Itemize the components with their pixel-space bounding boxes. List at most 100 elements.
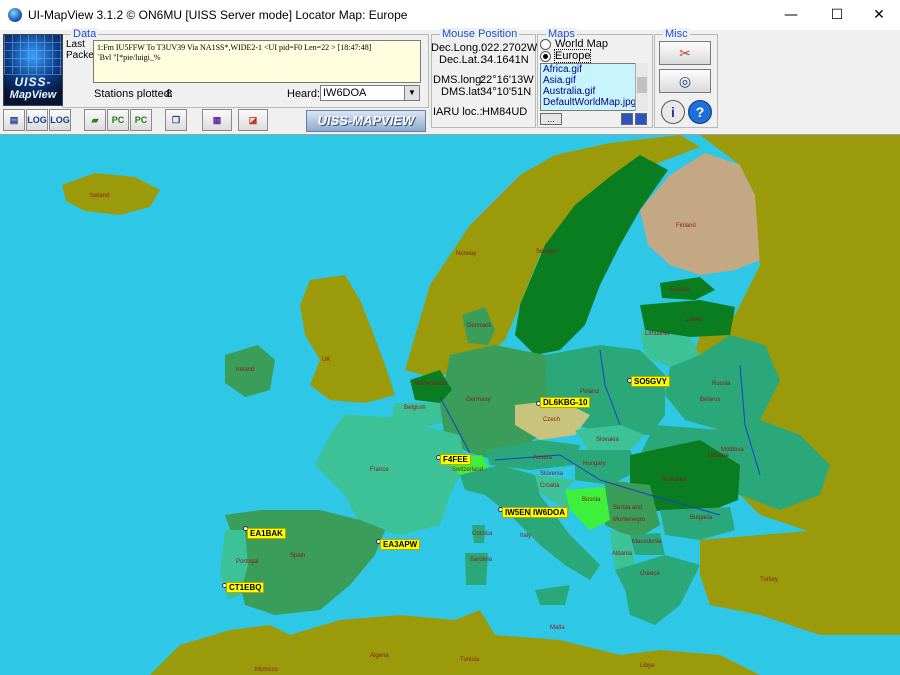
country-libya <box>490 635 760 675</box>
station-label[interactable]: EA1BAK <box>247 528 286 539</box>
label-lithuania: Lithuania <box>645 331 670 337</box>
scrollbar-thumb[interactable] <box>637 77 647 93</box>
station-label[interactable]: F4FEE <box>440 454 471 465</box>
stations-plotted-label: Stations plotted: <box>94 88 173 100</box>
country-algeria <box>290 615 455 675</box>
last-label: Last <box>66 39 85 50</box>
country-iceland <box>62 173 160 215</box>
view-log-button[interactable]: LOG <box>49 109 71 131</box>
label-iceland: Iceland <box>90 193 110 199</box>
map-file-item[interactable]: Asia.gif <box>541 75 647 86</box>
eraser-icon: ◪ <box>248 115 258 125</box>
pc-view-button[interactable]: PC <box>130 109 152 131</box>
country-turkey <box>700 530 900 635</box>
world-map-radio[interactable] <box>540 39 551 50</box>
label-ireland: Ireland <box>236 367 255 373</box>
last-packet-textbox[interactable]: 1:Fm IU5FFW To T3UV39 Via NA1SS*,WIDE2-1… <box>93 40 421 83</box>
island-sicily <box>535 585 570 605</box>
station-label[interactable]: SO5GVY <box>631 376 670 387</box>
label-belgium: Belgium <box>404 405 426 411</box>
wrench-screwdriver-icon: ✂ <box>679 45 691 61</box>
label-serbia: Serbia and <box>613 505 643 511</box>
label-bosnia: Bosnia <box>582 497 601 503</box>
dec-long-label: Dec.Long.: <box>431 42 485 54</box>
station-label[interactable]: EA3APW <box>380 539 421 550</box>
uiss-satellite-button[interactable]: ◎ <box>659 69 711 93</box>
station-label[interactable]: CT1EBQ <box>226 582 265 593</box>
iaru-loc-value: HM84UD <box>482 106 528 118</box>
label-turkey: Turkey <box>760 577 779 583</box>
label-tunisia: Tunisia <box>460 657 480 663</box>
label-russia: Russia <box>712 381 731 387</box>
copy-icon: ❐ <box>171 115 181 125</box>
zoom-out-button[interactable] <box>621 113 633 125</box>
map-icon: ▦ <box>212 115 222 125</box>
close-button[interactable]: ✕ <box>856 0 900 30</box>
station-label[interactable]: IW5EN <box>502 507 534 518</box>
label-macedonia: Macedonia <box>632 539 662 545</box>
dec-lat-value: 34.1641N <box>481 54 529 66</box>
chevron-down-icon[interactable]: ▼ <box>404 86 419 100</box>
label-poland: Poland <box>580 389 599 395</box>
open-folder-button[interactable]: ▰ <box>84 109 106 131</box>
label-estonia: Estonia <box>670 287 691 293</box>
label-montenegro: Montenegro <box>613 517 646 523</box>
map-file-item[interactable]: Australia.gif <box>541 86 647 97</box>
station-label[interactable]: IW6DOA <box>530 507 568 518</box>
more-maps-button[interactable]: ... <box>540 113 562 125</box>
map-file-item[interactable]: DefaultWorldMap.jpg <box>541 97 647 108</box>
mouse-position-title: Mouse Position <box>440 28 520 40</box>
europe-radio[interactable] <box>540 51 551 62</box>
help-button[interactable]: ? <box>688 100 712 124</box>
heard-dropdown[interactable]: IW6DOA ▼ <box>320 85 420 101</box>
erase-button[interactable]: ◪ <box>238 109 268 131</box>
label-germany: Germany <box>466 397 491 403</box>
label-ukraine: Ukraine <box>708 453 729 459</box>
label-portugal: Portugal <box>236 559 259 565</box>
map-file-list[interactable]: Africa.gif Asia.gif Australia.gif Defaul… <box>540 63 648 111</box>
heard-value: IW6DOA <box>323 87 367 99</box>
minimize-button[interactable]: — <box>768 0 814 30</box>
window-title: UI-MapView 3.1.2 © ON6MU [UISS Server mo… <box>28 8 408 22</box>
open-map-button[interactable]: ▤ <box>3 109 25 131</box>
logo-line1: UISS- <box>14 75 52 89</box>
zoom-in-button[interactable] <box>635 113 647 125</box>
label-hungary: Hungary <box>583 461 606 467</box>
map-canvas <box>62 135 900 675</box>
map-button[interactable]: ▦ <box>202 109 232 131</box>
label-libya: Libya <box>640 663 655 669</box>
label-corsica: Corsica <box>472 531 493 537</box>
country-bosnia <box>565 487 610 530</box>
pc-save-icon: PC <box>111 115 125 125</box>
maximize-button[interactable]: ☐ <box>814 0 860 30</box>
map-list-scrollbar[interactable] <box>635 63 648 111</box>
label-slovenia: Slovenia <box>540 471 564 477</box>
dms-lat-value: 34°10'51N <box>480 86 532 98</box>
country-uk <box>300 275 395 403</box>
station-label[interactable]: DL6KBG-10 <box>540 397 591 408</box>
dms-long-label: DMS.long: <box>433 74 485 86</box>
label-austria: Austria <box>533 455 552 461</box>
info-button[interactable]: i <box>661 100 685 124</box>
title-bar: UI-MapView 3.1.2 © ON6MU [UISS Server mo… <box>0 0 900 30</box>
label-algeria: Algeria <box>370 653 389 659</box>
label-france: France <box>370 467 389 473</box>
label-spain: Spain <box>290 553 306 559</box>
europe-map[interactable]: Iceland Norway Sweden Finland Estonia La… <box>0 135 900 675</box>
misc-group-title: Misc <box>663 28 690 40</box>
stations-plotted-value: 8 <box>166 88 173 100</box>
settings-tools-button[interactable]: ✂ <box>659 41 711 65</box>
label-malta: Malta <box>550 625 565 631</box>
europe-label: Europe <box>553 49 592 63</box>
pc-save-button[interactable]: PC <box>107 109 129 131</box>
label-bulgaria: Bulgaria <box>690 515 713 521</box>
label-morocco: Morocco <box>255 667 279 673</box>
map-file-item[interactable]: Africa.gif <box>541 64 647 75</box>
label-sardinia: Sardinia <box>470 557 493 563</box>
save-log-button[interactable]: LOG <box>26 109 48 131</box>
copy-button[interactable]: ❐ <box>165 109 187 131</box>
uiss-mapview-logo: UISS- MapView <box>3 34 63 106</box>
label-switzerland: Switzerland <box>452 467 484 473</box>
country-bulgaria <box>660 507 735 540</box>
label-uk: UK <box>322 357 331 363</box>
